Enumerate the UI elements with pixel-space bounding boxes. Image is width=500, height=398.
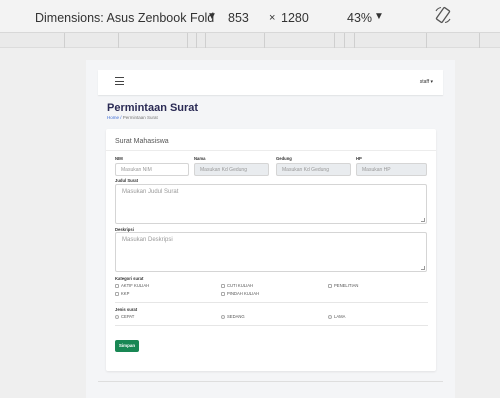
height-input[interactable]: 1280	[281, 11, 309, 25]
option-label: CEPAT	[121, 314, 135, 319]
zoom-select[interactable]: 43%	[347, 11, 372, 25]
checkbox-icon[interactable]	[221, 283, 225, 288]
kategori-option[interactable]: PINDAH KULIAH	[221, 291, 259, 296]
width-input[interactable]: 853	[228, 11, 249, 25]
radio-icon[interactable]	[328, 314, 332, 319]
judul-textarea[interactable]: Masukan Judul Surat	[115, 184, 427, 224]
nama-input[interactable]: Masukan Kd Gedung	[194, 163, 269, 176]
resize-grip-icon[interactable]	[421, 266, 425, 270]
checkbox-icon[interactable]	[328, 283, 332, 288]
option-label: PINDAH KULIAH	[227, 291, 260, 296]
nim-input[interactable]: Masukan NIM	[115, 163, 189, 176]
user-menu[interactable]: staff ▾	[420, 79, 433, 85]
kategori-option[interactable]: AKTIF KULIAH	[115, 283, 149, 288]
radio-icon[interactable]	[115, 314, 119, 319]
option-label: CUTI KULIAH	[227, 283, 254, 288]
gedung-label: Gedung	[276, 156, 292, 161]
caret-down-icon[interactable]: ▼	[374, 11, 384, 22]
deskripsi-placeholder: Masukan Deskripsi	[122, 237, 173, 243]
jenis-option[interactable]: LAMA	[328, 314, 345, 319]
footer-divider	[98, 381, 443, 382]
times-sign: ×	[269, 12, 276, 24]
page-title: Permintaan Surat	[107, 102, 199, 114]
option-label: PENELITIAN	[334, 283, 359, 288]
breadcrumb-home[interactable]: Home	[107, 115, 119, 120]
option-label: AKTIF KULIAH	[121, 283, 150, 288]
deskripsi-textarea[interactable]: Masukan Deskripsi	[115, 232, 427, 272]
breadcrumb: Home / Permintaan Surat	[107, 115, 158, 120]
kategori-label: Kategori surat	[115, 276, 144, 281]
nim-label: NIM	[115, 156, 123, 161]
caret-down-icon[interactable]: ▼	[207, 11, 217, 22]
app-navbar: staff ▾	[98, 70, 443, 95]
resize-grip-icon[interactable]	[421, 218, 425, 222]
option-label: LAMA	[334, 314, 346, 319]
device-viewport: staff ▾ Permintaan Surat Home / Perminta…	[86, 60, 455, 398]
form-card: Surat Mahasiswa NIM Masukan NIM Nama Mas…	[106, 129, 436, 371]
device-select[interactable]: Dimensions: Asus Zenbook Fold	[35, 11, 214, 25]
kategori-option[interactable]: PENELITIAN	[328, 283, 358, 288]
option-label: SEDANG	[227, 314, 245, 319]
radio-icon[interactable]	[221, 314, 225, 319]
checkbox-icon[interactable]	[115, 283, 119, 288]
jenis-option[interactable]: CEPAT	[115, 314, 134, 319]
jenis-option[interactable]: SEDANG	[221, 314, 245, 319]
kategori-option[interactable]: KKP	[115, 291, 129, 296]
rotate-icon[interactable]	[434, 6, 452, 24]
device-toolbar: Dimensions: Asus Zenbook Fold ▼ 853 × 12…	[0, 0, 500, 33]
option-label: KKP	[121, 291, 130, 296]
jenis-label: Jenis surat	[115, 307, 138, 312]
save-button[interactable]: Simpan	[115, 340, 139, 352]
media-query-ruler	[0, 33, 500, 48]
hp-input[interactable]: Masukan HP	[356, 163, 427, 176]
checkbox-icon[interactable]	[221, 291, 225, 296]
gedung-input[interactable]: Masukan Kd Gedung	[276, 163, 351, 176]
section-divider	[115, 302, 428, 303]
card-title: Surat Mahasiswa	[115, 138, 169, 145]
judul-label: Judul Surat	[115, 178, 139, 183]
section-divider	[115, 325, 428, 326]
hp-label: HP	[356, 156, 362, 161]
nama-label: Nama	[194, 156, 206, 161]
breadcrumb-current: Permintaan Surat	[122, 115, 158, 120]
hamburger-icon[interactable]	[115, 77, 124, 85]
card-divider	[106, 150, 436, 151]
judul-placeholder: Masukan Judul Surat	[122, 189, 179, 195]
kategori-option[interactable]: CUTI KULIAH	[221, 283, 253, 288]
checkbox-icon[interactable]	[115, 291, 119, 296]
